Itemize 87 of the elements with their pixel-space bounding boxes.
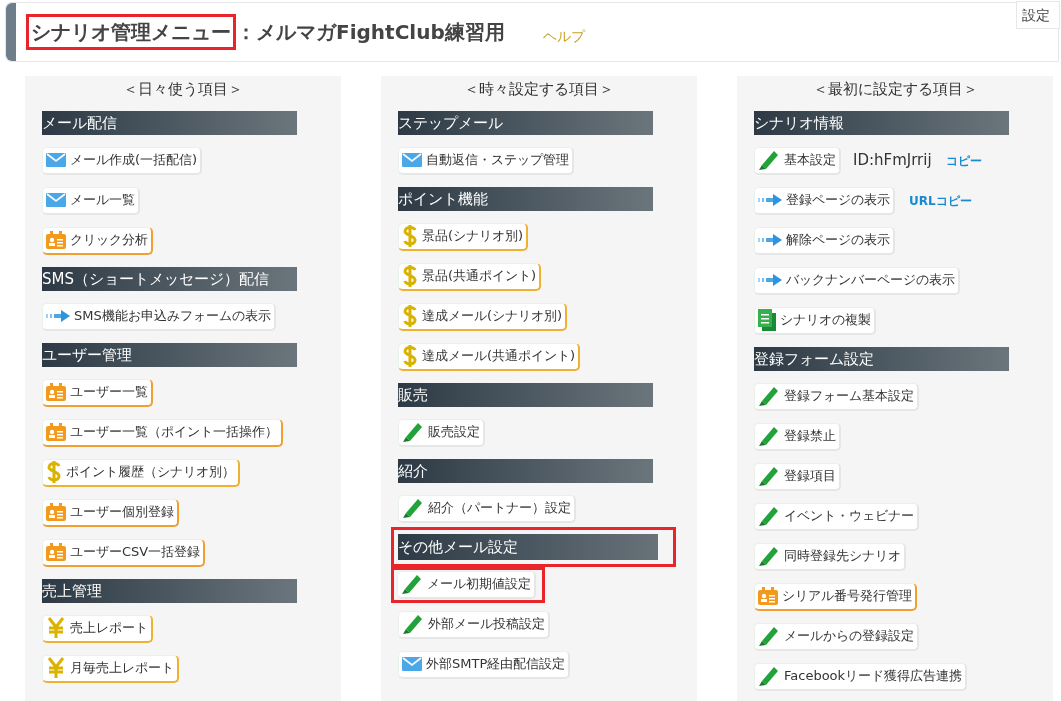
menu-button[interactable]: 景品(共通ポイント) [398, 262, 542, 291]
envelope-icon [402, 153, 422, 167]
column-heading: ＜最初に設定する項目＞ [811, 79, 979, 100]
menu-button[interactable]: メールからの登録設定 [754, 622, 919, 651]
column-heading: ＜日々使う項目＞ [122, 79, 244, 100]
section-header: ユーザー管理 [42, 342, 297, 367]
pencil-icon [758, 505, 780, 527]
id-card-icon [46, 231, 66, 249]
dollar-icon [402, 344, 418, 368]
section-header: 紹介 [398, 458, 653, 483]
menu-button[interactable]: 景品(シナリオ別) [398, 222, 529, 251]
pencil-icon [402, 421, 424, 443]
section-header: 登録フォーム設定 [754, 346, 1009, 371]
pencil-icon [758, 465, 780, 487]
menu-button[interactable]: ユーザー一覧 [42, 378, 153, 407]
section-header: 販売 [398, 382, 653, 407]
menu-button[interactable]: 紹介（パートナー）設定 [398, 494, 576, 523]
menu-button[interactable]: シリアル番号発行管理 [754, 582, 917, 611]
section-header: SMS（ショートメッセージ）配信 [42, 266, 297, 291]
menu-button[interactable]: 達成メール(シナリオ別) [398, 302, 568, 331]
dollar-icon [402, 224, 418, 248]
dollar-icon [402, 304, 418, 328]
section-header: その他メール設定 [391, 526, 676, 567]
id-card-icon [46, 543, 66, 561]
section-header: 売上管理 [42, 578, 297, 603]
menu-button[interactable]: 販売設定 [398, 418, 485, 447]
dollar-icon [46, 460, 62, 484]
yen-icon [46, 657, 66, 679]
menu-button[interactable]: 登録禁止 [754, 422, 841, 451]
yen-icon [46, 617, 66, 639]
menu-button[interactable]: シナリオの複製 [754, 306, 876, 335]
menu-button[interactable]: メール一覧 [42, 186, 140, 215]
section-header: ポイント機能 [398, 186, 653, 211]
menu-button[interactable]: 月毎売上レポート [42, 654, 179, 683]
pencil-icon [401, 573, 423, 595]
pencil-icon [402, 497, 424, 519]
pencil-icon [758, 625, 780, 647]
pencil-icon [758, 545, 780, 567]
header-accent-bar [6, 3, 16, 61]
scenario-id: ID:hFmJrrij [853, 150, 932, 172]
menu-button[interactable]: ユーザー一覧（ポイント一括操作） [42, 418, 283, 447]
pencil-icon [758, 149, 780, 171]
menu-button[interactable]: 登録項目 [754, 462, 841, 491]
menu-button[interactable]: 達成メール(共通ポイント) [398, 342, 581, 371]
menu-button[interactable]: 自動返信・ステップ管理 [398, 146, 574, 175]
id-card-icon [758, 587, 778, 605]
section-header: シナリオ情報 [754, 110, 1009, 135]
menu-button[interactable]: メール作成(一括配信) [42, 146, 203, 175]
menu-button[interactable]: メール初期値設定 [397, 570, 536, 599]
settings-button[interactable]: 設定 [1016, 1, 1060, 29]
document-copy-icon [758, 309, 776, 331]
section-header: メール配信 [42, 110, 297, 135]
menu-button[interactable]: 外部SMTP経由配信設定 [398, 650, 571, 679]
menu-button[interactable]: イベント・ウェビナー [754, 502, 919, 531]
arrow-icon [758, 274, 782, 286]
menu-button[interactable]: 解除ページの表示 [754, 226, 895, 255]
menu-button[interactable]: Facebookリード獲得広告連携 [754, 662, 968, 691]
id-card-icon [46, 503, 66, 521]
arrow-icon [758, 194, 782, 206]
envelope-icon [402, 657, 422, 671]
menu-button[interactable]: ユーザー個別登録 [42, 498, 179, 527]
menu-button[interactable]: ユーザーCSV一括登録 [42, 538, 206, 567]
pencil-icon [758, 385, 780, 407]
menu-button[interactable]: バックナンバーページの表示 [754, 266, 960, 295]
column-heading: ＜時々設定する項目＞ [463, 79, 615, 100]
dollar-icon [402, 264, 418, 288]
menu-button[interactable]: 登録フォーム基本設定 [754, 382, 919, 411]
menu-button[interactable]: 売上レポート [42, 614, 153, 643]
id-card-icon [46, 423, 66, 441]
menu-button[interactable]: 外部メール投稿設定 [398, 610, 550, 639]
pencil-icon [758, 665, 780, 687]
page-title: シナリオ管理メニュー [26, 14, 236, 50]
envelope-icon [46, 193, 66, 207]
arrow-icon [758, 234, 782, 246]
menu-button[interactable]: クリック分析 [42, 226, 153, 255]
menu-button[interactable]: SMS機能お申込みフォームの表示 [42, 302, 276, 331]
envelope-icon [46, 153, 66, 167]
menu-button[interactable]: 同時登録先シナリオ [754, 542, 906, 571]
pencil-icon [402, 613, 424, 635]
pencil-icon [758, 425, 780, 447]
menu-button[interactable]: 登録ページの表示 [754, 186, 895, 215]
menu-button[interactable]: ポイント履歴（シナリオ別） [42, 458, 240, 487]
scenario-name: ：メルマガFightClub練習用 [236, 19, 505, 46]
section-header: ステップメール [398, 110, 653, 135]
id-card-icon [46, 383, 66, 401]
menu-button[interactable]: 基本設定 [754, 146, 841, 175]
arrow-icon [46, 310, 70, 322]
